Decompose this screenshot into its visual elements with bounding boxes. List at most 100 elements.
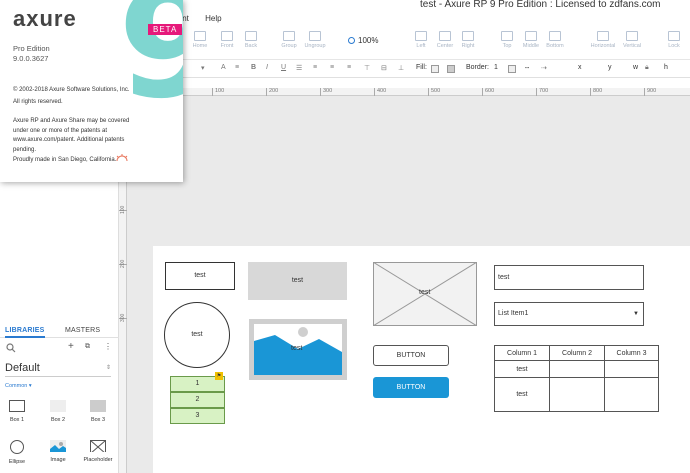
toolbar-back-button[interactable]: Back — [234, 30, 268, 49]
ruler-tick: 200 — [119, 260, 127, 268]
format-bar: ▾ A ≡ B I U ☰ ≡ ≡ ≡ ⊤ ⊟ ⊥ Fill: Border: … — [183, 60, 690, 78]
library-options-icon[interactable]: ⧉ — [85, 343, 90, 351]
tab-libraries[interactable]: LIBRARIES — [5, 327, 45, 338]
axure-logo: axure — [13, 6, 77, 31]
table-cell[interactable]: test — [494, 377, 550, 412]
text-size-icon[interactable]: A — [221, 64, 226, 71]
widget-box2[interactable]: Box 2 — [41, 400, 75, 423]
placeholder-label: test — [419, 289, 431, 296]
edition-label: Pro Edition — [13, 44, 50, 53]
border-color-swatch[interactable] — [508, 65, 516, 73]
search-icon[interactable] — [6, 343, 16, 353]
library-toolbar: + ⧉ ⋮ — [0, 341, 119, 356]
border-width-value[interactable]: 1 — [494, 64, 498, 71]
table-cell[interactable] — [604, 360, 659, 378]
canvas-list-widget[interactable]: 123 ⚑ — [170, 372, 225, 425]
ruler-tick: 700 — [536, 88, 548, 96]
ruler-tick: 300 — [320, 88, 332, 96]
patent-text: Axure RP and Axure Share may be covered … — [13, 118, 130, 153]
ellipse-icon — [10, 440, 24, 454]
widget-ellipse[interactable]: Ellipse — [0, 440, 34, 465]
arrow-style-icon[interactable]: ⇢ — [541, 64, 547, 72]
table-cell[interactable] — [549, 377, 605, 412]
italic-icon[interactable]: I — [266, 64, 268, 71]
ruler-tick-label: 300 — [120, 313, 126, 322]
bold-icon[interactable]: B — [251, 64, 256, 71]
align-top-icon[interactable]: ⊤ — [364, 64, 370, 72]
add-library-icon[interactable]: + — [68, 341, 74, 352]
canvas-table-widget[interactable]: Column 1 Column 2 Column 3 test test — [494, 345, 659, 412]
widget-box1[interactable]: Box 1 — [0, 400, 34, 423]
library-selector[interactable]: Default ⇕ — [5, 362, 111, 377]
widget-box3[interactable]: Box 3 — [81, 400, 115, 423]
border-style-icon[interactable]: ┅ — [525, 64, 529, 72]
x-label: x — [578, 64, 582, 71]
placeholder-icon — [90, 440, 106, 452]
dropdown-arrow-icon[interactable]: ▾ — [201, 64, 205, 72]
ruler-tick: 100 — [212, 88, 224, 96]
horizontal-icon — [597, 31, 609, 41]
left-icon — [415, 31, 427, 41]
box3-icon — [90, 400, 106, 412]
canvas-box2-widget[interactable]: test — [248, 262, 347, 300]
align-bottom-icon[interactable]: ⊥ — [398, 64, 404, 72]
toolbar-label: Lock — [668, 43, 680, 49]
canvas-placeholder-widget[interactable]: test — [373, 262, 477, 326]
center-icon — [439, 31, 451, 41]
fill-image-swatch[interactable] — [447, 65, 455, 73]
canvas-box-widget[interactable]: test — [165, 262, 235, 290]
version-label: 9.0.0.3627 — [13, 54, 49, 63]
more-options-icon[interactable]: ⋮ — [104, 342, 112, 351]
widget-placeholder[interactable]: Placeholder — [81, 440, 115, 463]
widget-image[interactable]: Image — [41, 440, 75, 463]
zoom-control[interactable]: 100% — [348, 36, 378, 45]
table-header-cell[interactable]: Column 2 — [549, 345, 605, 361]
widget-ellipse-label: Ellipse — [8, 459, 26, 465]
tab-masters[interactable]: MASTERS — [65, 327, 100, 334]
h-label: h — [664, 64, 668, 71]
toolbar-label: Bottom — [546, 43, 564, 49]
list-icon[interactable]: ☰ — [296, 64, 302, 72]
toolbar-ungroup-button[interactable]: Ungroup — [298, 30, 332, 49]
menu-help[interactable]: Help — [205, 14, 221, 23]
toolbar-right-button[interactable]: Right — [451, 30, 485, 49]
main-toolbar: Home Front Back Group Ungroup Left Center Right… — [183, 28, 690, 60]
bottom-icon — [549, 31, 561, 41]
fill-color-swatch[interactable] — [431, 65, 439, 73]
list-item[interactable]: 3 — [170, 408, 225, 424]
toolbar-lock-button[interactable]: Lock — [657, 30, 690, 49]
lock-icon — [668, 31, 680, 41]
align-left-icon[interactable]: ≡ — [313, 64, 317, 71]
canvas-button-widget[interactable]: BUTTON — [373, 345, 449, 366]
canvas-text-field-widget[interactable]: test — [494, 265, 644, 290]
line-spacing-icon[interactable]: ≡ — [235, 64, 239, 71]
copyright-text: © 2002-2018 Axure Software Solutions, In… — [13, 87, 130, 93]
toolbar-label: Group — [281, 43, 297, 49]
align-middle-icon[interactable]: ⊟ — [381, 64, 387, 72]
table-header-cell[interactable]: Column 3 — [604, 345, 659, 361]
align-right-icon[interactable]: ≡ — [347, 64, 351, 71]
canvas-primary-button-widget[interactable]: BUTTON — [373, 377, 449, 398]
library-section-common[interactable]: Common ▾ — [5, 383, 32, 389]
toolbar-bottom-button[interactable]: Bottom — [538, 30, 572, 49]
table-cell[interactable] — [549, 360, 605, 378]
toolbar-label: Ungroup — [304, 43, 326, 49]
align-center-icon[interactable]: ≡ — [330, 64, 334, 71]
toolbar-vertical-button[interactable]: Vertical — [615, 30, 649, 49]
canvas-droplist-widget[interactable]: List Item1 ▼ — [494, 302, 644, 326]
underline-icon[interactable]: U — [281, 64, 286, 71]
toolbar-label: Home — [192, 43, 208, 49]
table-cell[interactable] — [604, 377, 659, 412]
right-icon — [462, 31, 474, 41]
zoom-icon — [348, 37, 355, 44]
table-header-cell[interactable]: Column 1 — [494, 345, 550, 361]
lock-ratio-icon[interactable]: 🔒︎ — [645, 64, 649, 72]
canvas-image-widget[interactable]: test — [249, 319, 347, 380]
ruler-tick-label: 100 — [120, 205, 126, 214]
sun-logo-icon — [116, 154, 128, 162]
table-cell[interactable]: test — [494, 360, 550, 378]
canvas-ellipse-widget[interactable]: test — [164, 302, 230, 368]
fill-label: Fill: — [416, 64, 427, 71]
toolbar-label: Top — [502, 43, 512, 49]
list-item[interactable]: 2 — [170, 392, 225, 408]
